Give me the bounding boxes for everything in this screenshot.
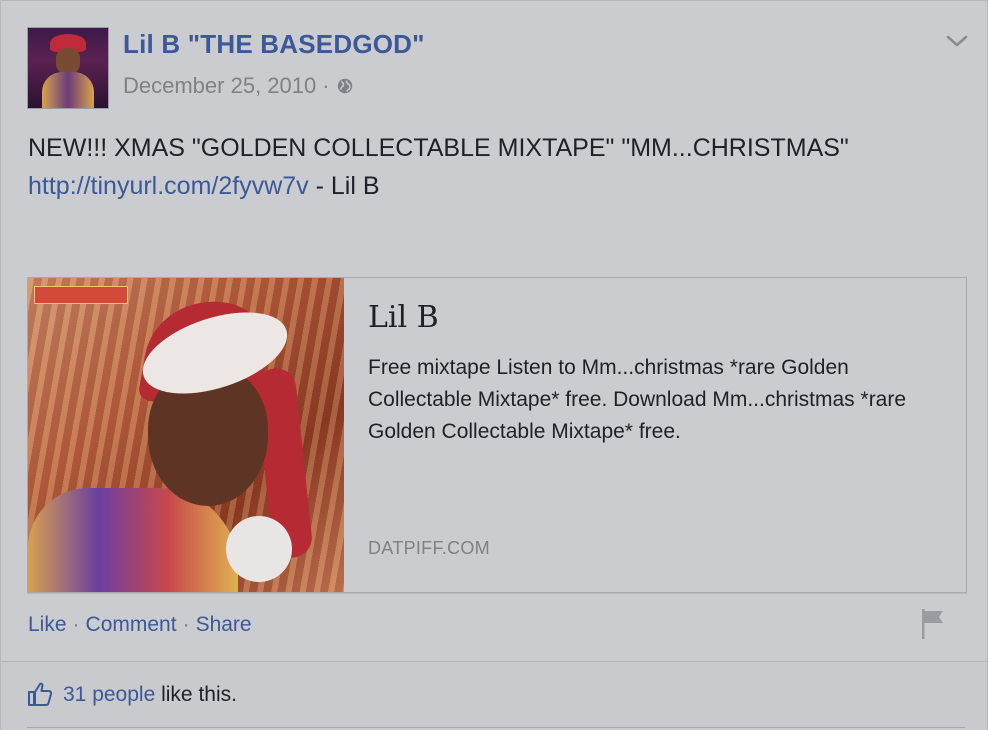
preview-domain: DATPIFF.COM <box>368 538 490 558</box>
author-name-link[interactable]: Lil B "THE BASEDGOD" <box>123 29 425 60</box>
post-message: NEW!!! XMAS "GOLDEN COLLECTABLE MIXTAPE"… <box>28 129 968 205</box>
post-timestamp: December 25, 2010 · <box>123 73 354 99</box>
thumbnail-logo-tag <box>34 286 128 304</box>
likes-count-link[interactable]: 31 people <box>63 683 155 706</box>
preview-description: Free mixtape Listen to Mm...christmas *r… <box>368 356 907 443</box>
bottom-divider <box>27 727 965 728</box>
post-card: Lil B "THE BASEDGOD" December 25, 2010 ·… <box>0 0 988 730</box>
globe-icon[interactable] <box>336 77 354 95</box>
preview-thumbnail[interactable] <box>28 278 344 592</box>
preview-title[interactable]: Lil B <box>368 300 439 335</box>
avatar-face <box>56 48 80 74</box>
likes-suffix: like this. <box>155 683 237 706</box>
share-button[interactable]: Share <box>196 613 252 637</box>
comment-button[interactable]: Comment <box>86 613 177 637</box>
date-separator: · <box>322 73 330 98</box>
post-message-text: NEW!!! XMAS "GOLDEN COLLECTABLE MIXTAPE"… <box>28 134 849 162</box>
author-avatar[interactable] <box>27 27 109 109</box>
like-button[interactable]: Like <box>28 613 67 637</box>
post-link[interactable]: http://tinyurl.com/2fyvw7v <box>28 172 309 200</box>
post-date-link[interactable]: December 25, 2010 <box>123 73 316 99</box>
link-preview-card[interactable]: Lil B Free mixtape Listen to Mm...christ… <box>27 277 967 593</box>
post-actions: Like · Comment · Share <box>28 613 252 637</box>
post-message-suffix: - Lil B <box>308 172 380 200</box>
like-thumb-icon <box>28 682 53 706</box>
action-separator: · <box>182 613 190 636</box>
likes-summary: 31 people like this. <box>63 683 237 707</box>
avatar-body <box>42 72 94 108</box>
action-separator: · <box>72 613 80 636</box>
thumbnail-hat-pom <box>226 516 292 582</box>
flag-icon[interactable] <box>919 607 947 641</box>
chevron-down-icon[interactable] <box>945 31 969 51</box>
